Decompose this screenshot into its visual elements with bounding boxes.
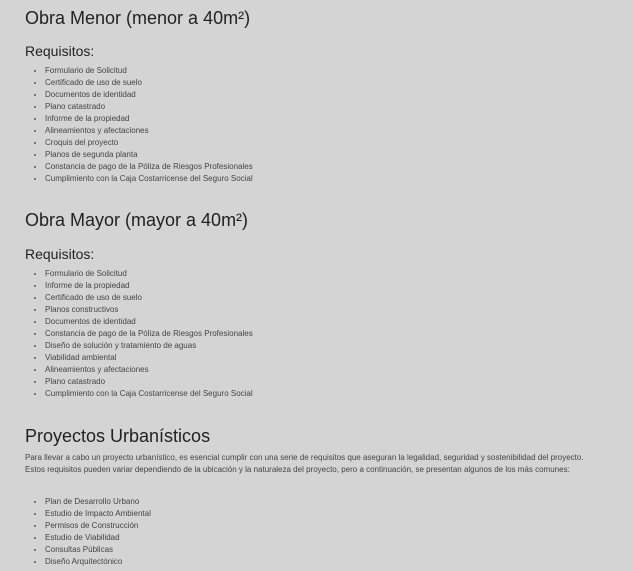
list-item: Documentos de identidad	[34, 316, 253, 328]
list-item: Formulario de Solicitud	[34, 268, 253, 280]
obra-mayor-title: Obra Mayor (mayor a 40m²)	[25, 210, 249, 230]
list-item: Consultas Públicas	[34, 544, 151, 556]
list-item: Plano catastrado	[34, 376, 253, 388]
list-item: Estudio de Viabilidad	[34, 532, 151, 544]
list-item: Formulario de Solicitud	[34, 65, 253, 77]
list-item: Certificado de uso de suelo	[34, 292, 253, 304]
list-item: Constancia de pago de la Póliza de Riesg…	[34, 329, 253, 338]
list-item: Informe de la propiedad	[34, 113, 253, 125]
obra-menor-title: Obra Menor (menor a 40m²)	[25, 8, 251, 28]
proyectos-urbanisticos-intro: Para llevar a cabo un proyecto urbanísti…	[25, 453, 584, 474]
list-item: Permisos de Construcción	[34, 520, 151, 532]
list-item: Alineamientos y afectaciones	[34, 125, 253, 137]
list-item: Cumplimiento con la Caja Costarricense d…	[34, 389, 253, 398]
list-item: Plano catastrado	[34, 101, 253, 113]
obra-mayor-requirements-list: Formulario de Solicitud Informe de la pr…	[25, 268, 253, 400]
proyectos-urbanisticos-title: Proyectos Urbanísticos	[25, 426, 211, 446]
list-item: Croquis del proyecto	[34, 137, 253, 149]
proyectos-urbanisticos-list: Plan de Desarrollo Urbano Estudio de Imp…	[25, 496, 151, 568]
list-item: Planos de segunda planta	[34, 149, 253, 161]
list-item: Plan de Desarrollo Urbano	[34, 496, 151, 508]
list-item: Estudio de Impacto Ambiental	[34, 509, 151, 518]
obra-menor-requirements-list: Formulario de Solicitud Certificado de u…	[25, 65, 253, 185]
list-item: Alineamientos y afectaciones	[34, 364, 253, 376]
list-item: Documentos de identidad	[34, 89, 253, 101]
list-item: Diseño de solución y tratamiento de agua…	[34, 340, 253, 352]
obra-menor-requisitos-heading: Requisitos:	[25, 43, 95, 59]
list-item: Cumplimiento con la Caja Costarricense d…	[34, 174, 253, 183]
list-item: Planos constructivos	[34, 304, 253, 316]
list-item: Informe de la propiedad	[34, 280, 253, 292]
obra-mayor-requisitos-heading: Requisitos:	[25, 246, 95, 262]
list-item: Certificado de uso de suelo	[34, 77, 253, 89]
list-item: Diseño Arquitectónico	[34, 556, 151, 568]
list-item: Constancia de pago de la Póliza de Riesg…	[34, 162, 253, 171]
list-item: Viabilidad ambiental	[34, 352, 253, 364]
